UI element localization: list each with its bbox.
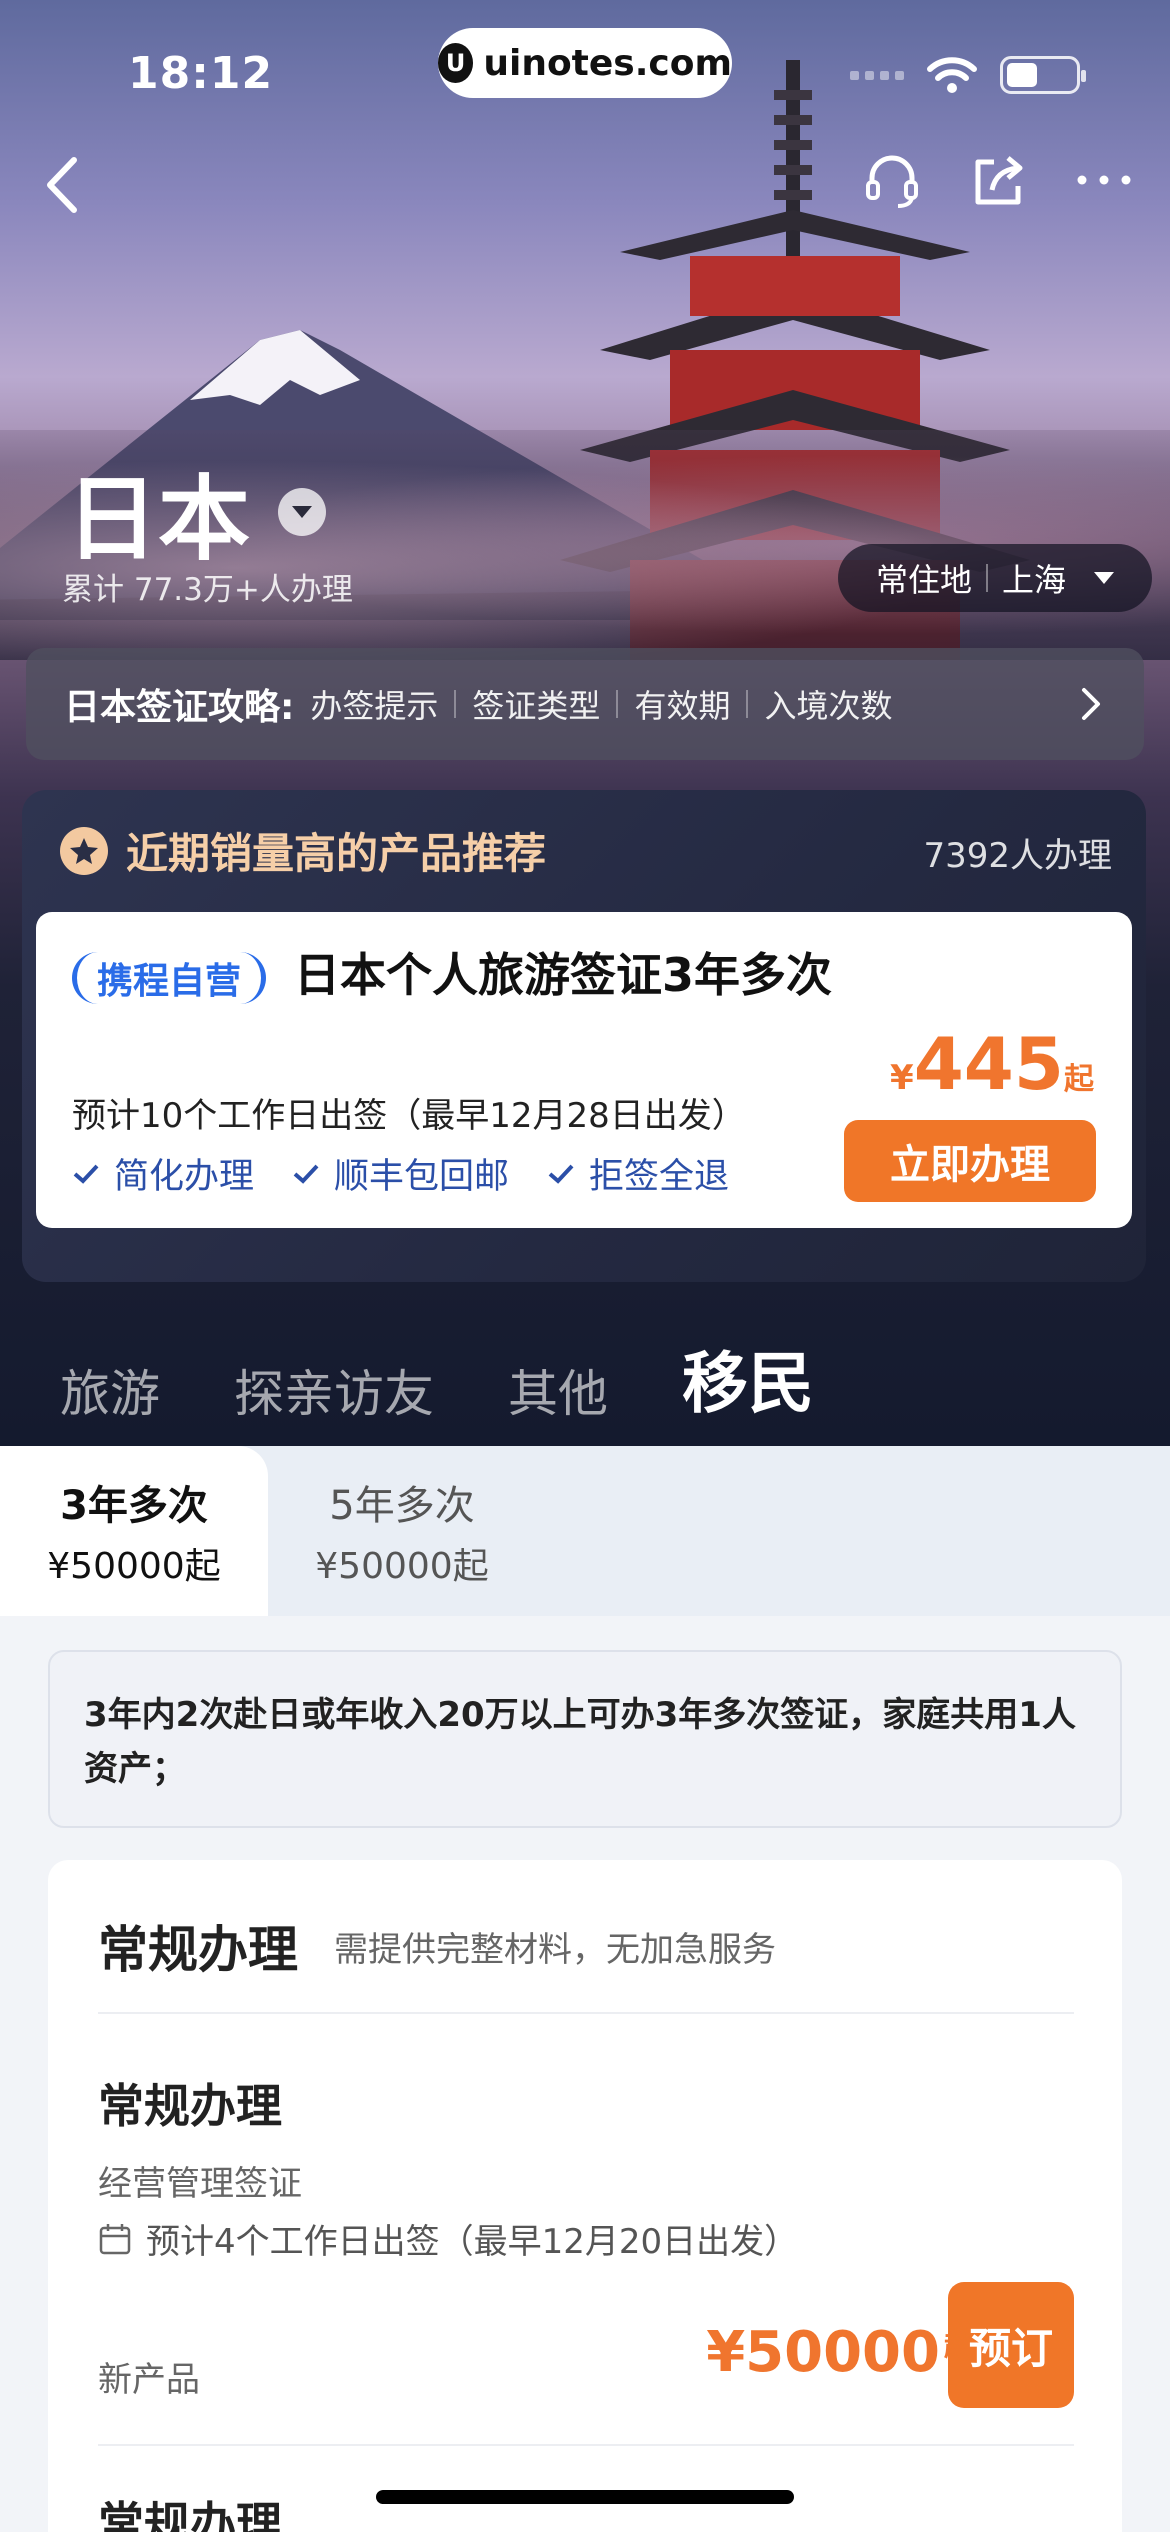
service-panel: 常规办理 需提供完整材料，无加急服务 常规办理 经营管理签证 预计4个工作日出签…	[48, 1860, 1122, 2532]
tab-other[interactable]: 其他	[508, 1354, 608, 1426]
residence-city: 上海	[1002, 561, 1067, 599]
price-currency: ¥	[890, 1058, 914, 1098]
share-icon[interactable]	[968, 150, 1028, 210]
residence-label: 常住地	[876, 561, 973, 599]
wifi-icon	[927, 57, 977, 93]
item-visa-type: 经营管理签证	[98, 2164, 302, 2204]
feature-label: 顺丰包回邮	[334, 1157, 510, 1197]
country-title: 日本	[66, 466, 251, 573]
watermark-text: uinotes.com	[483, 42, 732, 84]
recommendation-count: 7392人办理	[923, 836, 1112, 876]
caret-down-icon	[1094, 572, 1115, 584]
item-price-value: ¥50000	[706, 2320, 940, 2385]
cellular-signal-icon	[850, 70, 904, 80]
recommendation-panel: 近期销量高的产品推荐 7392人办理 日本个人旅游签证3年多次 携程自营 预计1…	[22, 790, 1146, 1282]
price-value: 445	[913, 1022, 1064, 1106]
calendar-icon	[99, 2223, 131, 2254]
watermark-badge: U uinotes.com	[438, 28, 732, 98]
status-icons	[850, 55, 1086, 95]
feature-item: 拒签全退	[547, 1148, 729, 1199]
content-sheet: 3年多次 ¥50000起 5年多次 ¥50000起 3年内2次赴日或年收入20万…	[0, 1446, 1170, 2532]
back-icon[interactable]	[40, 150, 90, 220]
star-icon	[60, 826, 108, 875]
product-features: 简化办理 顺丰包回邮 拒签全退	[72, 1148, 729, 1199]
divider	[616, 690, 619, 718]
subtab-price: ¥50000起	[47, 1546, 221, 1587]
headset-icon[interactable]	[862, 150, 922, 210]
tab-3-year-multiple[interactable]: 3年多次 ¥50000起	[0, 1446, 268, 1616]
battery-icon	[1000, 56, 1086, 94]
chevron-down-icon	[278, 487, 327, 536]
guide-item[interactable]: 入境次数	[764, 681, 892, 727]
tab-travel[interactable]: 旅游	[60, 1354, 160, 1426]
feature-item: 顺丰包回邮	[292, 1148, 509, 1199]
feature-label: 拒签全退	[589, 1157, 730, 1197]
tab-immigration[interactable]: 移民	[682, 1330, 814, 1426]
book-button[interactable]: 预订	[948, 2282, 1074, 2408]
divider	[98, 2012, 1074, 2014]
recommendation-title: 近期销量高的产品推荐	[126, 829, 547, 878]
product-price: ¥ 445 起	[890, 1022, 1094, 1106]
subtab-label: 3年多次	[60, 1483, 208, 1529]
product-card[interactable]: 日本个人旅游签证3年多次 携程自营 预计10个工作日出签（最早12月28日出发）…	[36, 912, 1132, 1228]
more-icon[interactable]	[1074, 150, 1134, 210]
tab-5-year-multiple[interactable]: 5年多次 ¥50000起	[268, 1446, 536, 1616]
divider	[98, 2444, 1074, 2446]
duration-tabs: 3年多次 ¥50000起 5年多次 ¥50000起	[0, 1446, 1170, 1616]
applied-count: 累计 77.3万+人办理	[62, 572, 353, 608]
check-icon	[293, 1164, 319, 1184]
price-suffix: 起	[1064, 1062, 1094, 1097]
nav-actions	[862, 150, 1134, 210]
check-icon	[73, 1164, 99, 1184]
item-price: ¥50000 起	[706, 2320, 972, 2385]
residence-selector[interactable]: 常住地 上海	[838, 544, 1153, 612]
item-eta: 预计4个工作日出签（最早12月20日出发）	[98, 2214, 798, 2263]
watermark-logo-icon: U	[438, 43, 474, 83]
item-title: 常规办理	[98, 2079, 282, 2133]
guide-item[interactable]: 签证类型	[472, 681, 600, 727]
divider	[746, 690, 749, 718]
subtab-price: ¥50000起	[315, 1546, 489, 1587]
status-time: 18:12	[128, 48, 274, 99]
guide-title: 日本签证攻略:	[64, 687, 295, 728]
feature-item: 简化办理	[72, 1148, 254, 1199]
guide-item[interactable]: 办签提示	[310, 681, 438, 727]
recommendation-header: 近期销量高的产品推荐	[60, 820, 546, 881]
divider	[454, 690, 457, 718]
guide-item[interactable]: 有效期	[634, 681, 730, 727]
divider	[986, 564, 989, 592]
apply-now-button[interactable]: 立即办理	[844, 1120, 1096, 1202]
feature-label: 简化办理	[114, 1157, 255, 1197]
eligibility-notice: 3年内2次赴日或年收入20万以上可办3年多次签证，家庭共用1人资产；	[48, 1650, 1122, 1828]
item-title: 常规办理	[98, 2497, 282, 2532]
chevron-right-icon	[1082, 688, 1100, 720]
item-eta-text: 预计4个工作日出签（最早12月20日出发）	[146, 2222, 799, 2262]
check-icon	[548, 1164, 574, 1184]
category-tabs: 旅游 探亲访友 其他 移民	[60, 1330, 814, 1426]
visa-guide-bar[interactable]: 日本签证攻略: 办签提示 签证类型 有效期 入境次数	[26, 648, 1144, 760]
service-subtitle: 需提供完整材料，无加急服务	[334, 1929, 776, 1970]
self-operated-badge: 携程自营	[72, 952, 267, 1004]
service-header: 常规办理 需提供完整材料，无加急服务	[98, 1910, 776, 1982]
tab-visit-family[interactable]: 探亲访友	[234, 1354, 434, 1426]
item-tag: 新产品	[98, 2360, 200, 2400]
product-eta: 预计10个工作日出签（最早12月28日出发）	[72, 1096, 746, 1136]
country-selector[interactable]: 日本	[66, 445, 327, 578]
home-indicator[interactable]	[376, 2490, 794, 2504]
service-title: 常规办理	[98, 1921, 298, 1979]
subtab-label: 5年多次	[329, 1483, 475, 1529]
